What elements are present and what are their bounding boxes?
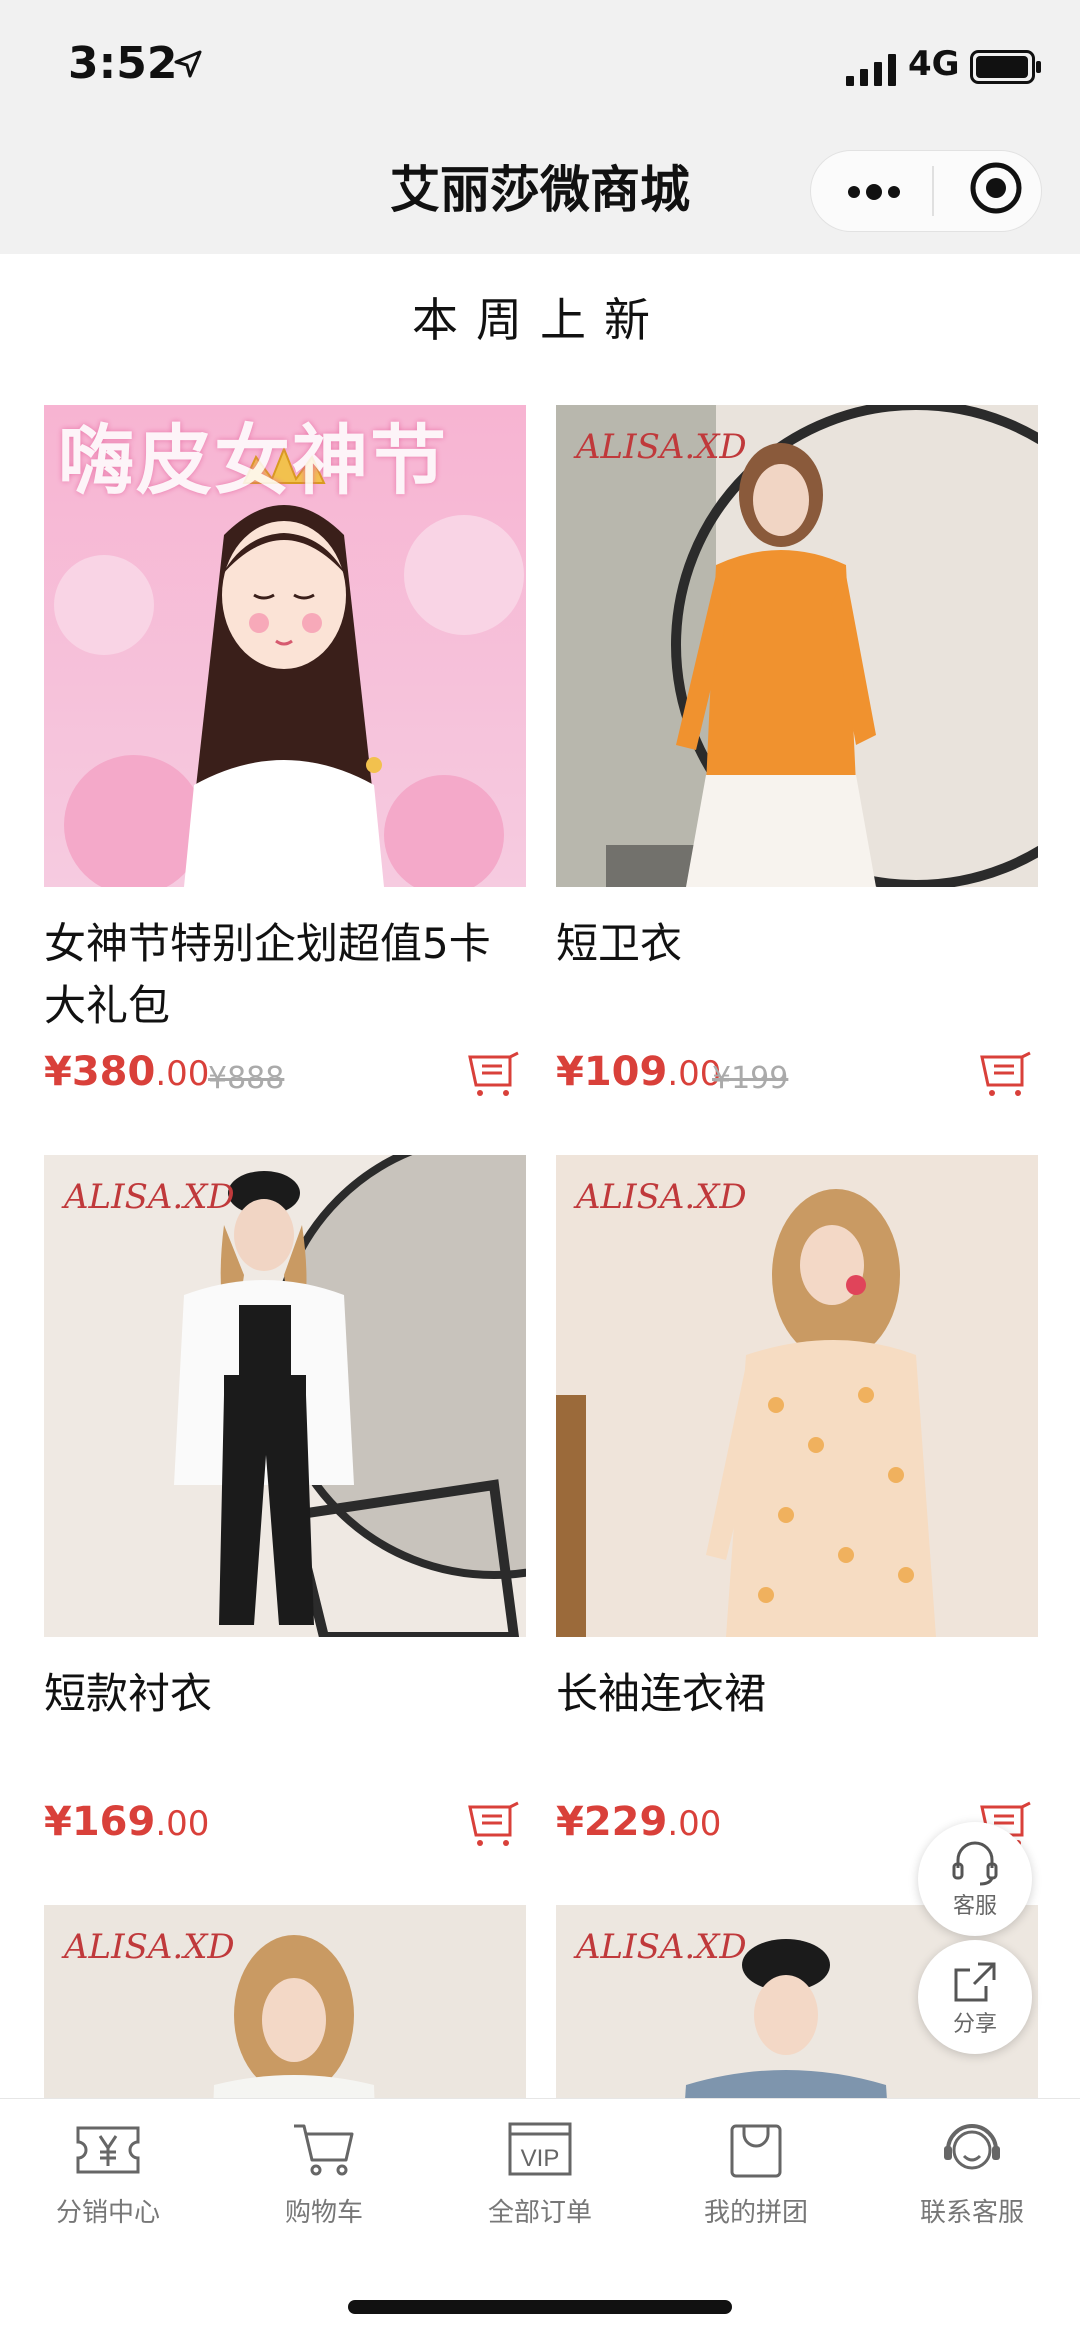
- section-title: 本周上新: [412, 293, 668, 347]
- product-name[interactable]: 短款衬衣: [44, 1663, 526, 1725]
- service-label: 客服: [952, 1894, 997, 1919]
- ticket-yen-icon: [76, 2126, 140, 2174]
- location-arrow-icon: [174, 50, 202, 78]
- tab-label: 购物车: [284, 2198, 363, 2228]
- tab-label: 分销中心: [55, 2198, 160, 2228]
- tab-my-group-buy[interactable]: 我的拼团: [648, 2120, 864, 2230]
- share-button[interactable]: 分享: [918, 1940, 1032, 2054]
- original-price: ¥888: [208, 1061, 285, 1096]
- product-price: ¥229.00: [556, 1799, 722, 1845]
- product-image[interactable]: ALISA.XD: [44, 1905, 526, 2098]
- share-icon: [954, 1962, 996, 2002]
- headset-icon: [952, 1841, 998, 1886]
- tab-distribution-center[interactable]: 分销中心: [0, 2120, 216, 2230]
- price-row: ¥380.00 ¥888: [44, 1043, 526, 1103]
- svg-text:VIP: VIP: [521, 2145, 560, 2172]
- capsule-divider: [932, 166, 934, 216]
- tab-contact-service[interactable]: 联系客服: [864, 2120, 1080, 2230]
- product-name[interactable]: 女神节特别企划超值5卡大礼包: [44, 913, 526, 1037]
- tab-label: 我的拼团: [703, 2198, 808, 2228]
- product-name[interactable]: 短卫衣: [556, 913, 1038, 975]
- price-row: ¥169.00: [44, 1793, 526, 1853]
- battery-icon: [970, 50, 1041, 84]
- brand-logo: ALISA.XD: [576, 1177, 747, 1217]
- home-indicator: [348, 2300, 732, 2314]
- headset-icon: [944, 2124, 1000, 2170]
- share-label: 分享: [952, 2012, 997, 2037]
- product-image[interactable]: ALISA.XD: [556, 405, 1038, 887]
- product-price: ¥109.00: [556, 1049, 722, 1095]
- add-to-cart-icon[interactable]: [980, 1051, 1032, 1097]
- brand-logo: ALISA.XD: [576, 427, 747, 467]
- close-miniprogram-icon[interactable]: [968, 160, 1024, 216]
- customer-service-button[interactable]: 客服: [918, 1822, 1032, 1936]
- shopping-bag-icon: [730, 2124, 782, 2178]
- network-type: 4G: [908, 44, 960, 84]
- price-row: ¥109.00 ¥199: [556, 1043, 1038, 1103]
- brand-logo: ALISA.XD: [576, 1927, 747, 1967]
- add-to-cart-icon[interactable]: [468, 1051, 520, 1097]
- product-image[interactable]: 嗨皮女神节: [44, 405, 526, 887]
- tab-all-orders[interactable]: VIP 全部订单: [432, 2120, 648, 2230]
- cart-icon: [294, 2124, 354, 2176]
- product-card[interactable]: ALISA.XD: [44, 1905, 526, 2098]
- product-name[interactable]: 长袖连衣裙: [556, 1663, 1038, 1725]
- product-price: ¥380.00: [44, 1049, 210, 1095]
- product-price: ¥169.00: [44, 1799, 210, 1845]
- signal-icon: [846, 54, 896, 86]
- original-price: ¥199: [712, 1061, 789, 1096]
- more-menu-icon[interactable]: [846, 182, 902, 202]
- status-time: 3:52: [68, 38, 178, 89]
- add-to-cart-icon[interactable]: [468, 1801, 520, 1847]
- tab-cart[interactable]: 购物车: [216, 2120, 432, 2230]
- tab-label: 联系客服: [919, 2198, 1024, 2228]
- brand-logo: ALISA.XD: [64, 1927, 235, 1967]
- product-image[interactable]: ALISA.XD: [44, 1155, 526, 1637]
- banner-text: 嗨皮女神节: [58, 416, 448, 505]
- product-image[interactable]: ALISA.XD: [556, 1155, 1038, 1637]
- tab-label: 全部订单: [487, 2198, 592, 2228]
- brand-logo: ALISA.XD: [64, 1177, 235, 1217]
- vip-icon: VIP: [508, 2122, 572, 2176]
